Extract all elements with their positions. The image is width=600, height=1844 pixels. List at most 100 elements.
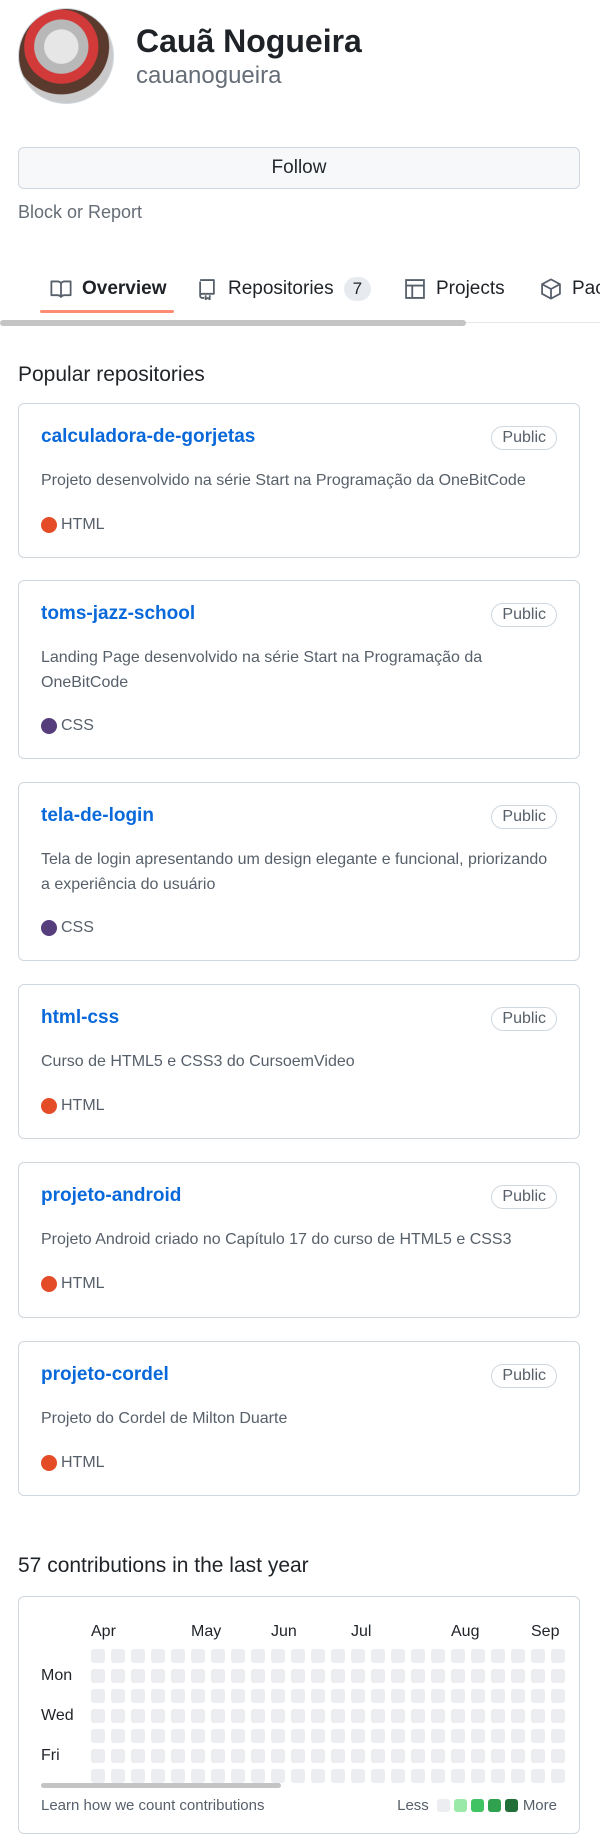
graph-scrollbar[interactable] <box>41 1783 281 1788</box>
contribution-cell[interactable] <box>171 1729 185 1743</box>
contribution-cell[interactable] <box>191 1689 205 1703</box>
contribution-cell[interactable] <box>511 1729 525 1743</box>
contribution-cell[interactable] <box>251 1749 265 1763</box>
contribution-cell[interactable] <box>131 1669 145 1683</box>
contribution-cell[interactable] <box>511 1689 525 1703</box>
contribution-cell[interactable] <box>431 1649 445 1663</box>
contribution-cell[interactable] <box>371 1689 385 1703</box>
contribution-cell[interactable] <box>511 1709 525 1723</box>
contribution-cell[interactable] <box>451 1669 465 1683</box>
contribution-cell[interactable] <box>151 1669 165 1683</box>
contribution-cell[interactable] <box>191 1709 205 1723</box>
contribution-cell[interactable] <box>371 1669 385 1683</box>
contribution-cell[interactable] <box>151 1689 165 1703</box>
repo-name-link[interactable]: calculadora-de-gorjetas <box>41 426 255 448</box>
contribution-cell[interactable] <box>391 1769 405 1783</box>
contribution-cell[interactable] <box>131 1709 145 1723</box>
contribution-cell[interactable] <box>431 1709 445 1723</box>
tabs-scrollbar[interactable] <box>0 320 466 326</box>
contribution-cell[interactable] <box>471 1709 485 1723</box>
contribution-cell[interactable] <box>331 1649 345 1663</box>
contribution-cell[interactable] <box>451 1769 465 1783</box>
contribution-cell[interactable] <box>451 1749 465 1763</box>
contribution-cell[interactable] <box>91 1749 105 1763</box>
contribution-cell[interactable] <box>211 1769 225 1783</box>
contribution-cell[interactable] <box>491 1689 505 1703</box>
contribution-cell[interactable] <box>511 1769 525 1783</box>
contribution-cell[interactable] <box>191 1669 205 1683</box>
contribution-cell[interactable] <box>251 1649 265 1663</box>
contribution-cell[interactable] <box>311 1669 325 1683</box>
contribution-cell[interactable] <box>351 1709 365 1723</box>
contribution-cell[interactable] <box>411 1729 425 1743</box>
repo-name-link[interactable]: projeto-cordel <box>41 1364 169 1386</box>
contribution-cell[interactable] <box>551 1649 565 1663</box>
contribution-cell[interactable] <box>391 1709 405 1723</box>
contribution-cell[interactable] <box>311 1749 325 1763</box>
contribution-cell[interactable] <box>171 1649 185 1663</box>
contribution-cell[interactable] <box>331 1709 345 1723</box>
contribution-cell[interactable] <box>511 1649 525 1663</box>
contribution-cell[interactable] <box>331 1769 345 1783</box>
contribution-cell[interactable] <box>431 1749 445 1763</box>
contribution-cell[interactable] <box>531 1749 545 1763</box>
contribution-cell[interactable] <box>471 1729 485 1743</box>
contribution-cell[interactable] <box>251 1669 265 1683</box>
contribution-cell[interactable] <box>491 1749 505 1763</box>
contribution-cell[interactable] <box>551 1689 565 1703</box>
contribution-cell[interactable] <box>151 1729 165 1743</box>
contribution-cell[interactable] <box>511 1669 525 1683</box>
contribution-cell[interactable] <box>111 1709 125 1723</box>
contribution-cell[interactable] <box>431 1729 445 1743</box>
contribution-cell[interactable] <box>131 1729 145 1743</box>
contribution-cell[interactable] <box>231 1729 245 1743</box>
contribution-cell[interactable] <box>311 1769 325 1783</box>
contribution-cell[interactable] <box>531 1709 545 1723</box>
contribution-cell[interactable] <box>311 1649 325 1663</box>
contribution-cell[interactable] <box>211 1729 225 1743</box>
contribution-cell[interactable] <box>531 1769 545 1783</box>
contribution-cell[interactable] <box>491 1649 505 1663</box>
contribution-cell[interactable] <box>471 1649 485 1663</box>
contribution-cell[interactable] <box>151 1769 165 1783</box>
contribution-cell[interactable] <box>291 1669 305 1683</box>
contribution-cell[interactable] <box>311 1709 325 1723</box>
contribution-cell[interactable] <box>111 1769 125 1783</box>
contribution-cell[interactable] <box>211 1709 225 1723</box>
contribution-cell[interactable] <box>371 1729 385 1743</box>
contribution-cell[interactable] <box>271 1689 285 1703</box>
contribution-cell[interactable] <box>111 1669 125 1683</box>
contribution-cell[interactable] <box>191 1729 205 1743</box>
contribution-cell[interactable] <box>271 1769 285 1783</box>
contribution-cell[interactable] <box>331 1689 345 1703</box>
contribution-cell[interactable] <box>191 1749 205 1763</box>
tab-overview[interactable]: Overview <box>50 268 167 310</box>
contribution-cell[interactable] <box>411 1669 425 1683</box>
contribution-cell[interactable] <box>551 1709 565 1723</box>
contribution-cell[interactable] <box>551 1769 565 1783</box>
contribution-cell[interactable] <box>291 1709 305 1723</box>
contribution-cell[interactable] <box>231 1769 245 1783</box>
block-report-link[interactable]: Block or Report <box>18 202 142 223</box>
contribution-cell[interactable] <box>411 1709 425 1723</box>
contribution-cell[interactable] <box>531 1689 545 1703</box>
contribution-cell[interactable] <box>131 1689 145 1703</box>
contribution-cell[interactable] <box>251 1769 265 1783</box>
contribution-cell[interactable] <box>131 1769 145 1783</box>
contribution-cell[interactable] <box>291 1689 305 1703</box>
contribution-cell[interactable] <box>231 1709 245 1723</box>
contribution-cell[interactable] <box>551 1669 565 1683</box>
contribution-cell[interactable] <box>291 1729 305 1743</box>
contribution-cell[interactable] <box>91 1689 105 1703</box>
contribution-cell[interactable] <box>271 1649 285 1663</box>
contribution-cell[interactable] <box>371 1749 385 1763</box>
contribution-cell[interactable] <box>111 1689 125 1703</box>
contribution-cell[interactable] <box>331 1729 345 1743</box>
contribution-cell[interactable] <box>471 1749 485 1763</box>
contribution-cell[interactable] <box>371 1769 385 1783</box>
contribution-cell[interactable] <box>351 1649 365 1663</box>
contribution-cell[interactable] <box>491 1769 505 1783</box>
contribution-cell[interactable] <box>171 1709 185 1723</box>
contribution-cell[interactable] <box>231 1669 245 1683</box>
contribution-cell[interactable] <box>211 1749 225 1763</box>
